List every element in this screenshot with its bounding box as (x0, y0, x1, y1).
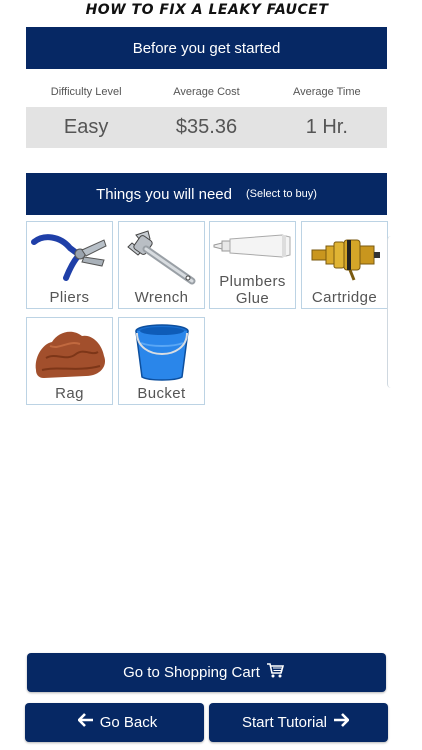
tool-item-wrench[interactable]: Wrench (118, 221, 205, 309)
tool-label: Bucket (137, 385, 186, 402)
cost-label: Average Cost (173, 86, 240, 98)
arrow-left-icon (77, 713, 94, 732)
tool-label: Pliers (49, 289, 90, 306)
tool-item-bucket[interactable]: Bucket (118, 317, 205, 405)
rag-icon (35, 331, 105, 378)
page-title: HOW TO FIX A LEAKY FAUCET (85, 2, 329, 18)
tool-label-line1: Plumbers (219, 273, 286, 290)
before-start-banner: Before you get started (26, 27, 387, 69)
wrench-icon (126, 230, 195, 285)
difficulty-value: Easy (63, 116, 109, 138)
time-value: 1 Hr. (305, 116, 348, 138)
tool-label: Plumbers Glue (219, 273, 286, 308)
tool-item-plumbers-glue[interactable]: Plumbers Glue (209, 221, 296, 309)
bucket-icon (134, 324, 189, 381)
cost-value: $35.36 (175, 116, 238, 138)
pliers-icon (30, 234, 107, 281)
things-needed-label: Things you will need (96, 185, 232, 203)
tool-item-rag[interactable]: Rag (26, 317, 113, 405)
cartridge-icon (311, 239, 380, 281)
tool-label-line2: Glue (235, 290, 270, 307)
before-start-label: Before you get started (132, 39, 281, 57)
tool-label: Wrench (134, 289, 189, 306)
tool-label: Cartridge (311, 289, 378, 306)
start-tutorial-label: Start Tutorial (241, 714, 328, 731)
tool-item-cartridge[interactable]: Cartridge (301, 221, 388, 309)
start-tutorial-button[interactable]: Start Tutorial (209, 703, 388, 742)
go-to-cart-button[interactable]: Go to Shopping Cart (27, 653, 386, 692)
cart-button-label: Go to Shopping Cart (123, 664, 260, 681)
tool-label: Rag (55, 385, 84, 402)
side-scroll-indicator[interactable] (387, 236, 393, 388)
go-back-button[interactable]: Go Back (25, 703, 204, 742)
tool-item-pliers[interactable]: Pliers (26, 221, 113, 309)
go-back-label: Go Back (99, 714, 158, 731)
difficulty-label: Difficulty Level (50, 86, 122, 98)
stats-labels: Difficulty Level Average Cost Average Ti… (26, 86, 387, 104)
shopping-cart-icon (266, 662, 284, 683)
time-label: Average Time (292, 86, 361, 98)
arrow-right-icon (333, 713, 350, 732)
select-to-buy-hint: (Select to buy) (246, 188, 317, 200)
stats-values: Easy $35.36 1 Hr. (26, 107, 387, 148)
glue-tube-icon (213, 234, 290, 258)
things-needed-banner: Things you will need (Select to buy) (26, 173, 387, 215)
